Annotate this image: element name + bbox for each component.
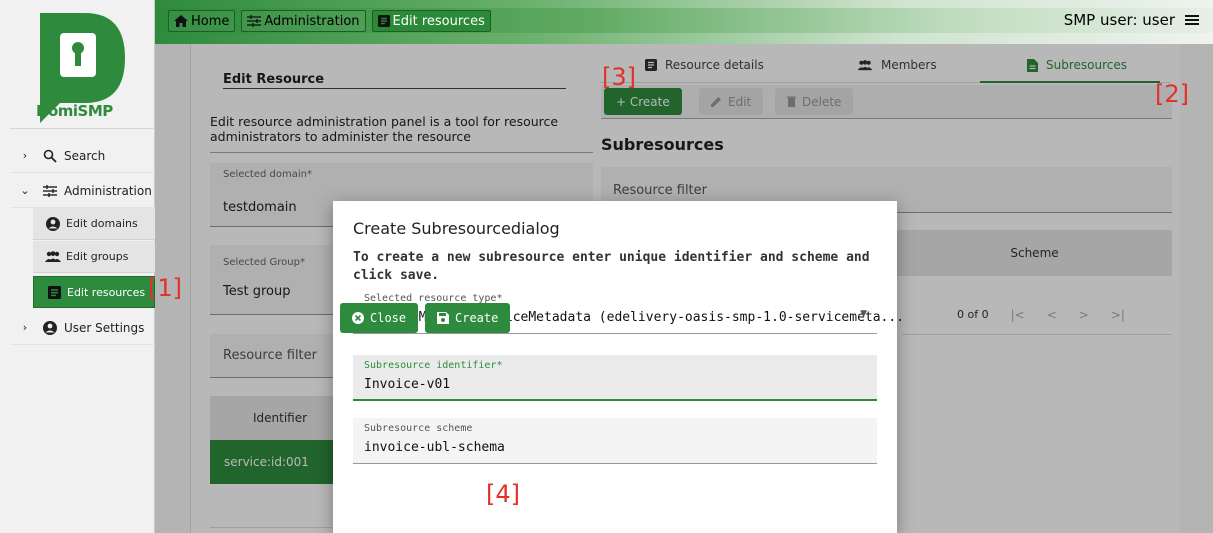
annotation-2: [2]: [1155, 80, 1189, 108]
sidebar-item-edit-resources[interactable]: Edit resources: [33, 276, 155, 308]
sidebar-item-label: User Settings: [64, 320, 145, 335]
groups-icon: [45, 249, 61, 265]
sidebar-item-search[interactable]: › Search: [10, 139, 155, 173]
annotation-4: [4]: [486, 480, 520, 508]
breadcrumb-label: Administration: [264, 13, 360, 29]
subresource-scheme-input[interactable]: Subresource scheme invoice-ubl-schema: [353, 418, 877, 464]
breadcrumb-edit-resources[interactable]: Edit resources: [371, 10, 491, 32]
logo-text: DomiSMP: [36, 102, 113, 120]
user-menu[interactable]: SMP user: user: [1064, 11, 1199, 29]
scheme-value: invoice-ubl-schema: [364, 440, 505, 455]
identifier-label: Subresource identifier*: [364, 360, 503, 371]
save-icon: [437, 312, 449, 324]
annotation-3: [3]: [602, 63, 636, 91]
breadcrumb-label: Edit resources: [392, 13, 485, 29]
account-circle-icon: [45, 216, 61, 232]
breadcrumb-label: Home: [191, 13, 230, 29]
sidebar-item-edit-domains[interactable]: Edit domains: [33, 208, 155, 240]
cancel-icon: [352, 312, 364, 324]
tune-icon: [42, 183, 58, 199]
create-subresource-dialog: Create Subresourcedialog To create a new…: [333, 201, 904, 533]
article-icon: [46, 284, 62, 300]
button-label: Create: [455, 311, 499, 325]
identifier-value: Invoice-v01: [364, 377, 451, 392]
chevron-right-icon: ›: [22, 149, 28, 162]
close-button[interactable]: Close: [340, 303, 419, 333]
sidebar-item-edit-groups[interactable]: Edit groups: [33, 241, 155, 273]
sidebar-item-label: Search: [64, 148, 106, 163]
annotation-1: [1]: [148, 274, 182, 302]
chevron-down-icon: ⌄: [20, 184, 30, 197]
sidebar: DomiSMP › Search ⌄ Administration Edit d…: [0, 0, 155, 533]
menu-icon[interactable]: [1185, 14, 1199, 26]
sidebar-item-label: Edit groups: [66, 250, 129, 263]
sidebar-divider: [10, 128, 155, 129]
create-dialog-button[interactable]: Create: [425, 303, 511, 333]
button-label: Close: [370, 311, 407, 325]
sidebar-item-user-settings[interactable]: › User Settings: [10, 311, 155, 345]
search-icon: [42, 148, 58, 164]
chevron-right-icon: ›: [22, 321, 28, 334]
sidebar-item-label: Administration: [64, 183, 152, 198]
scheme-label: Subresource scheme: [364, 423, 473, 434]
breadcrumb-home[interactable]: Home: [168, 10, 236, 32]
home-icon: [174, 15, 188, 27]
dropdown-arrow-icon: ▼: [860, 309, 867, 319]
breadcrumb: Home Administration Edit resources: [168, 10, 497, 32]
dialog-title: Create Subresourcedialog: [353, 219, 560, 238]
dialog-instructions: To create a new subresource enter unique…: [353, 250, 870, 283]
sidebar-item-label: Edit resources: [67, 285, 146, 299]
tune-icon: [247, 15, 262, 27]
sidebar-item-administration[interactable]: ⌄ Administration: [10, 174, 155, 208]
subresource-identifier-input[interactable]: Subresource identifier* Invoice-v01: [353, 355, 877, 401]
account-circle-icon: [42, 320, 58, 336]
breadcrumb-administration[interactable]: Administration: [241, 10, 366, 32]
sidebar-item-label: Edit domains: [66, 217, 138, 230]
user-label: SMP user: user: [1063, 11, 1175, 29]
article-icon: [377, 15, 390, 27]
